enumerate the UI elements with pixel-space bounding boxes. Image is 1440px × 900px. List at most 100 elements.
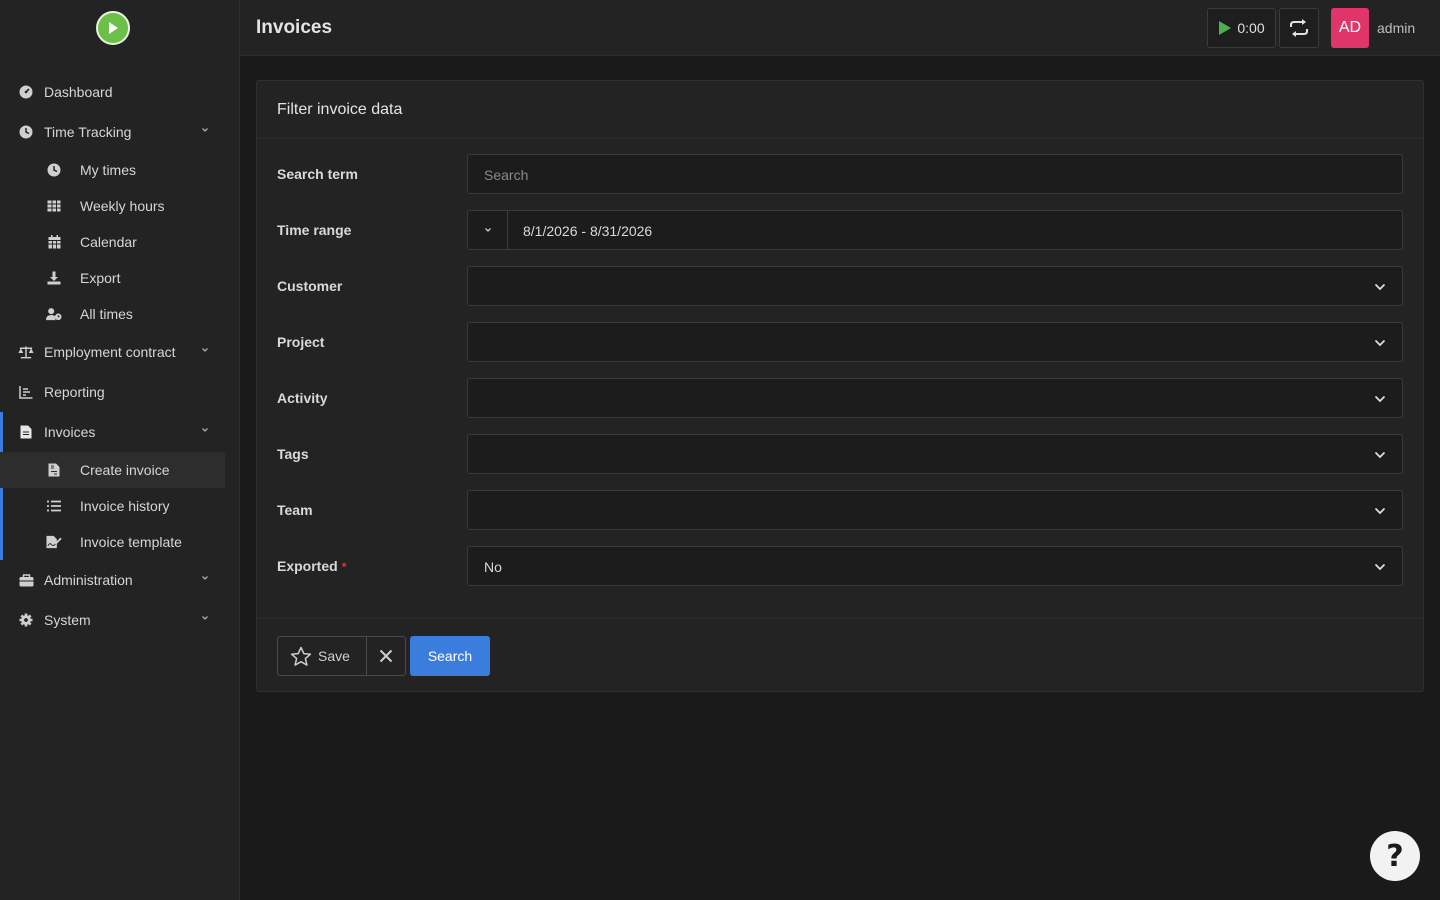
- exported-value: No: [484, 559, 502, 575]
- sidebar-item-label: Weekly hours: [80, 198, 165, 214]
- sidebar-item-time-tracking[interactable]: Time Tracking: [0, 112, 240, 152]
- play-icon: [1219, 21, 1232, 35]
- dashboard-icon: [18, 84, 34, 100]
- activity-select[interactable]: [467, 378, 1403, 418]
- gear-icon: [18, 612, 34, 628]
- chevron-down-icon: [1374, 451, 1386, 459]
- chevron-down-icon: [202, 576, 208, 580]
- chevron-down-icon: [202, 348, 208, 352]
- help-button[interactable]: ?: [1370, 831, 1420, 881]
- sidebar-item-label: Export: [80, 270, 121, 286]
- main-nav: Dashboard Time Tracking My times Weekly …: [0, 72, 240, 640]
- filter-card: Filter invoice data Search term Search T…: [256, 80, 1424, 692]
- user-clock-icon: [46, 306, 62, 322]
- sidebar-item-label: Calendar: [80, 234, 137, 250]
- customer-label: Customer: [277, 278, 343, 294]
- sync-button[interactable]: [1279, 8, 1319, 48]
- sidebar-item-label: Administration: [44, 572, 133, 588]
- clock-icon: [18, 124, 34, 140]
- sidebar-item-label: Create invoice: [80, 462, 170, 478]
- sidebar-item-employment-contract[interactable]: Employment contract: [0, 332, 240, 372]
- help-icon: ?: [1386, 838, 1404, 874]
- star-icon: [290, 646, 312, 667]
- tags-select[interactable]: [467, 434, 1403, 474]
- chevron-down-icon: [202, 128, 208, 132]
- sidebar-item-system[interactable]: System: [0, 600, 240, 640]
- chevron-down-icon: [202, 616, 208, 620]
- timer-value: 0:00: [1237, 20, 1265, 36]
- sidebar-item-invoice-history[interactable]: Invoice history: [0, 488, 240, 524]
- customer-select[interactable]: [467, 266, 1403, 306]
- team-select[interactable]: [467, 490, 1403, 530]
- sidebar-item-invoice-template[interactable]: Invoice template: [0, 524, 240, 560]
- project-label: Project: [277, 334, 325, 350]
- sidebar-item-create-invoice[interactable]: Create invoice: [0, 452, 225, 488]
- exported-label-text: Exported: [277, 558, 338, 574]
- search-button[interactable]: Search: [410, 636, 490, 676]
- sidebar-item-calendar[interactable]: Calendar: [0, 224, 240, 260]
- chevron-down-icon: [484, 228, 491, 232]
- sidebar-item-my-times[interactable]: My times: [0, 152, 240, 188]
- sidebar-item-label: Invoice template: [80, 534, 182, 550]
- project-select[interactable]: [467, 322, 1403, 362]
- card-footer: Save Search: [257, 618, 1423, 692]
- required-marker: *: [341, 560, 347, 574]
- exported-select[interactable]: No: [467, 546, 1403, 586]
- table-icon: [46, 198, 62, 214]
- sidebar-item-export[interactable]: Export: [0, 260, 240, 296]
- sidebar-item-label: Dashboard: [44, 84, 113, 100]
- sidebar-item-label: Reporting: [44, 384, 105, 400]
- sidebar-item-label: Invoices: [44, 424, 96, 440]
- card-title: Filter invoice data: [257, 81, 1423, 139]
- chevron-down-icon: [1374, 283, 1386, 291]
- sidebar-item-label: Time Tracking: [44, 124, 132, 140]
- tags-label: Tags: [277, 446, 309, 462]
- sidebar-group-invoices: Invoices Create invoice Invoice history: [0, 412, 240, 560]
- sidebar-item-administration[interactable]: Administration: [0, 560, 240, 600]
- sidebar-item-label: System: [44, 612, 91, 628]
- avatar[interactable]: AD: [1331, 8, 1369, 48]
- username[interactable]: admin: [1377, 20, 1415, 36]
- reset-button[interactable]: [366, 636, 406, 676]
- chart-icon: [18, 384, 34, 400]
- time-range-row: Time range 8/1/2026 - 8/31/2026: [257, 210, 1425, 250]
- app-logo[interactable]: [96, 11, 130, 45]
- sidebar-item-invoices[interactable]: Invoices: [0, 412, 240, 452]
- chevron-down-icon: [1374, 339, 1386, 347]
- invoice-icon: [18, 424, 34, 440]
- list-icon: [46, 498, 62, 514]
- search-term-row: Search term Search: [257, 154, 1425, 194]
- sidebar-item-all-times[interactable]: All times: [0, 296, 240, 332]
- toolbox-icon: [18, 572, 34, 588]
- sync-icon: [1290, 19, 1308, 37]
- range-dropdown-toggle[interactable]: [468, 211, 508, 249]
- sidebar-item-label: All times: [80, 306, 133, 322]
- activity-label: Activity: [277, 390, 328, 406]
- download-icon: [46, 270, 62, 286]
- top-header: Invoices 0:00 AD admin: [240, 0, 1440, 56]
- tags-row: Tags: [257, 434, 1425, 474]
- activity-row: Activity: [257, 378, 1425, 418]
- team-row: Team: [257, 490, 1425, 530]
- file-signature-icon: [46, 534, 62, 550]
- balance-scale-icon: [18, 344, 34, 360]
- chevron-down-icon: [1374, 395, 1386, 403]
- sidebar-item-reporting[interactable]: Reporting: [0, 372, 240, 412]
- sidebar-item-weekly-hours[interactable]: Weekly hours: [0, 188, 240, 224]
- sidebar-item-dashboard[interactable]: Dashboard: [0, 72, 240, 112]
- calendar-icon: [46, 234, 62, 250]
- project-row: Project: [257, 322, 1425, 362]
- search-term-label: Search term: [277, 166, 358, 182]
- page-title: Invoices: [256, 17, 333, 38]
- team-label: Team: [277, 502, 313, 518]
- exported-row: Exported * No: [257, 546, 1425, 586]
- time-range-field[interactable]: 8/1/2026 - 8/31/2026: [467, 210, 1403, 250]
- chevron-down-icon: [1374, 563, 1386, 571]
- sidebar-item-label: Invoice history: [80, 498, 170, 514]
- timer-button[interactable]: 0:00: [1207, 8, 1276, 48]
- save-label: Save: [318, 648, 350, 664]
- file-invoice-icon: [46, 462, 62, 478]
- time-range-value: 8/1/2026 - 8/31/2026: [523, 223, 653, 239]
- search-input[interactable]: Search: [467, 154, 1403, 194]
- save-button[interactable]: Save: [277, 636, 367, 676]
